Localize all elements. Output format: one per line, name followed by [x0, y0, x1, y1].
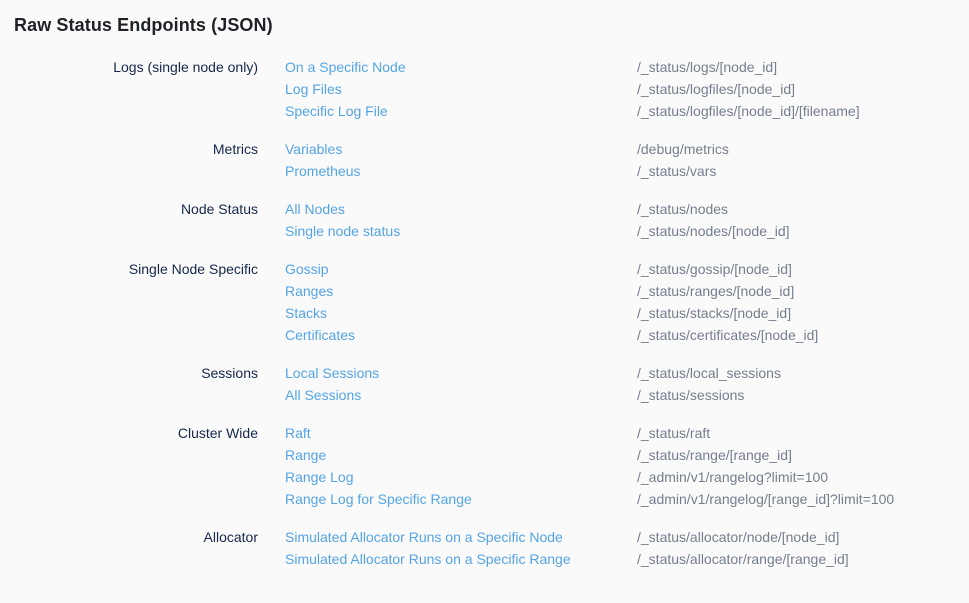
endpoint-row: Log Files /_status/logfiles/[node_id] — [285, 78, 969, 100]
endpoint-row: On a Specific Node /_status/logs/[node_i… — [285, 56, 969, 78]
section-single-node-specific: Single Node Specific Gossip /_status/gos… — [0, 258, 969, 346]
endpoint-row: Prometheus /_status/vars — [285, 160, 969, 182]
section-entries: On a Specific Node /_status/logs/[node_i… — [285, 56, 969, 122]
endpoint-path: /_status/local_sessions — [637, 362, 969, 384]
endpoint-row: All Sessions /_status/sessions — [285, 384, 969, 406]
section-metrics: Metrics Variables /debug/metrics Prometh… — [0, 138, 969, 182]
endpoint-path: /_admin/v1/rangelog/[range_id]?limit=100 — [637, 488, 969, 510]
endpoint-link[interactable]: Raft — [285, 422, 637, 444]
endpoint-link[interactable]: Range — [285, 444, 637, 466]
endpoint-row: Range Log for Specific Range /_admin/v1/… — [285, 488, 969, 510]
section-entries: Variables /debug/metrics Prometheus /_st… — [285, 138, 969, 182]
section-category: Node Status — [0, 198, 258, 242]
endpoint-path: /_status/allocator/node/[node_id] — [637, 526, 969, 548]
section-category: Sessions — [0, 362, 258, 406]
endpoint-row: All Nodes /_status/nodes — [285, 198, 969, 220]
endpoint-link[interactable]: Log Files — [285, 78, 637, 100]
section-entries: All Nodes /_status/nodes Single node sta… — [285, 198, 969, 242]
endpoint-link[interactable]: Single node status — [285, 220, 637, 242]
endpoint-link[interactable]: Range Log — [285, 466, 637, 488]
endpoint-path: /_status/gossip/[node_id] — [637, 258, 969, 280]
section-entries: Raft /_status/raft Range /_status/range/… — [285, 422, 969, 510]
endpoint-path: /_status/logfiles/[node_id] — [637, 78, 969, 100]
endpoint-path: /_status/logs/[node_id] — [637, 56, 969, 78]
endpoint-row: Ranges /_status/ranges/[node_id] — [285, 280, 969, 302]
endpoint-path: /_status/raft — [637, 422, 969, 444]
endpoint-path: /_status/logfiles/[node_id]/[filename] — [637, 100, 969, 122]
endpoint-path: /debug/metrics — [637, 138, 969, 160]
endpoint-path: /_status/allocator/range/[range_id] — [637, 548, 969, 570]
endpoint-row: Simulated Allocator Runs on a Specific N… — [285, 526, 969, 548]
endpoint-row: Single node status /_status/nodes/[node_… — [285, 220, 969, 242]
endpoint-path: /_status/stacks/[node_id] — [637, 302, 969, 324]
endpoint-row: Range /_status/range/[range_id] — [285, 444, 969, 466]
section-entries: Simulated Allocator Runs on a Specific N… — [285, 526, 969, 570]
endpoint-row: Local Sessions /_status/local_sessions — [285, 362, 969, 384]
endpoint-link[interactable]: Ranges — [285, 280, 637, 302]
section-category: Single Node Specific — [0, 258, 258, 346]
endpoint-link[interactable]: Gossip — [285, 258, 637, 280]
endpoint-row: Variables /debug/metrics — [285, 138, 969, 160]
endpoint-link[interactable]: Range Log for Specific Range — [285, 488, 637, 510]
section-cluster-wide: Cluster Wide Raft /_status/raft Range /_… — [0, 422, 969, 510]
endpoint-path: /_admin/v1/rangelog?limit=100 — [637, 466, 969, 488]
section-logs: Logs (single node only) On a Specific No… — [0, 56, 969, 122]
endpoint-link[interactable]: Prometheus — [285, 160, 637, 182]
section-category: Logs (single node only) — [0, 56, 258, 122]
endpoint-row: Certificates /_status/certificates/[node… — [285, 324, 969, 346]
endpoint-row: Simulated Allocator Runs on a Specific R… — [285, 548, 969, 570]
endpoint-link[interactable]: All Sessions — [285, 384, 637, 406]
endpoint-path: /_status/nodes/[node_id] — [637, 220, 969, 242]
section-category: Cluster Wide — [0, 422, 258, 510]
endpoint-link[interactable]: Local Sessions — [285, 362, 637, 384]
endpoint-path: /_status/vars — [637, 160, 969, 182]
endpoint-link[interactable]: Certificates — [285, 324, 637, 346]
page-title: Raw Status Endpoints (JSON) — [14, 15, 969, 36]
section-node-status: Node Status All Nodes /_status/nodes Sin… — [0, 198, 969, 242]
section-category: Allocator — [0, 526, 258, 570]
endpoint-path: /_status/nodes — [637, 198, 969, 220]
endpoint-sections: Logs (single node only) On a Specific No… — [0, 56, 969, 570]
endpoint-path: /_status/ranges/[node_id] — [637, 280, 969, 302]
endpoint-row: Range Log /_admin/v1/rangelog?limit=100 — [285, 466, 969, 488]
section-allocator: Allocator Simulated Allocator Runs on a … — [0, 526, 969, 570]
endpoint-row: Raft /_status/raft — [285, 422, 969, 444]
endpoint-link[interactable]: Specific Log File — [285, 100, 637, 122]
section-entries: Gossip /_status/gossip/[node_id] Ranges … — [285, 258, 969, 346]
endpoint-path: /_status/sessions — [637, 384, 969, 406]
endpoint-row: Stacks /_status/stacks/[node_id] — [285, 302, 969, 324]
endpoint-path: /_status/range/[range_id] — [637, 444, 969, 466]
section-entries: Local Sessions /_status/local_sessions A… — [285, 362, 969, 406]
endpoint-link[interactable]: Simulated Allocator Runs on a Specific N… — [285, 526, 637, 548]
endpoint-row: Specific Log File /_status/logfiles/[nod… — [285, 100, 969, 122]
section-category: Metrics — [0, 138, 258, 182]
endpoint-link[interactable]: All Nodes — [285, 198, 637, 220]
endpoint-link[interactable]: On a Specific Node — [285, 56, 637, 78]
endpoint-row: Gossip /_status/gossip/[node_id] — [285, 258, 969, 280]
endpoint-link[interactable]: Simulated Allocator Runs on a Specific R… — [285, 548, 637, 570]
endpoint-link[interactable]: Variables — [285, 138, 637, 160]
endpoint-link[interactable]: Stacks — [285, 302, 637, 324]
endpoint-path: /_status/certificates/[node_id] — [637, 324, 969, 346]
section-sessions: Sessions Local Sessions /_status/local_s… — [0, 362, 969, 406]
